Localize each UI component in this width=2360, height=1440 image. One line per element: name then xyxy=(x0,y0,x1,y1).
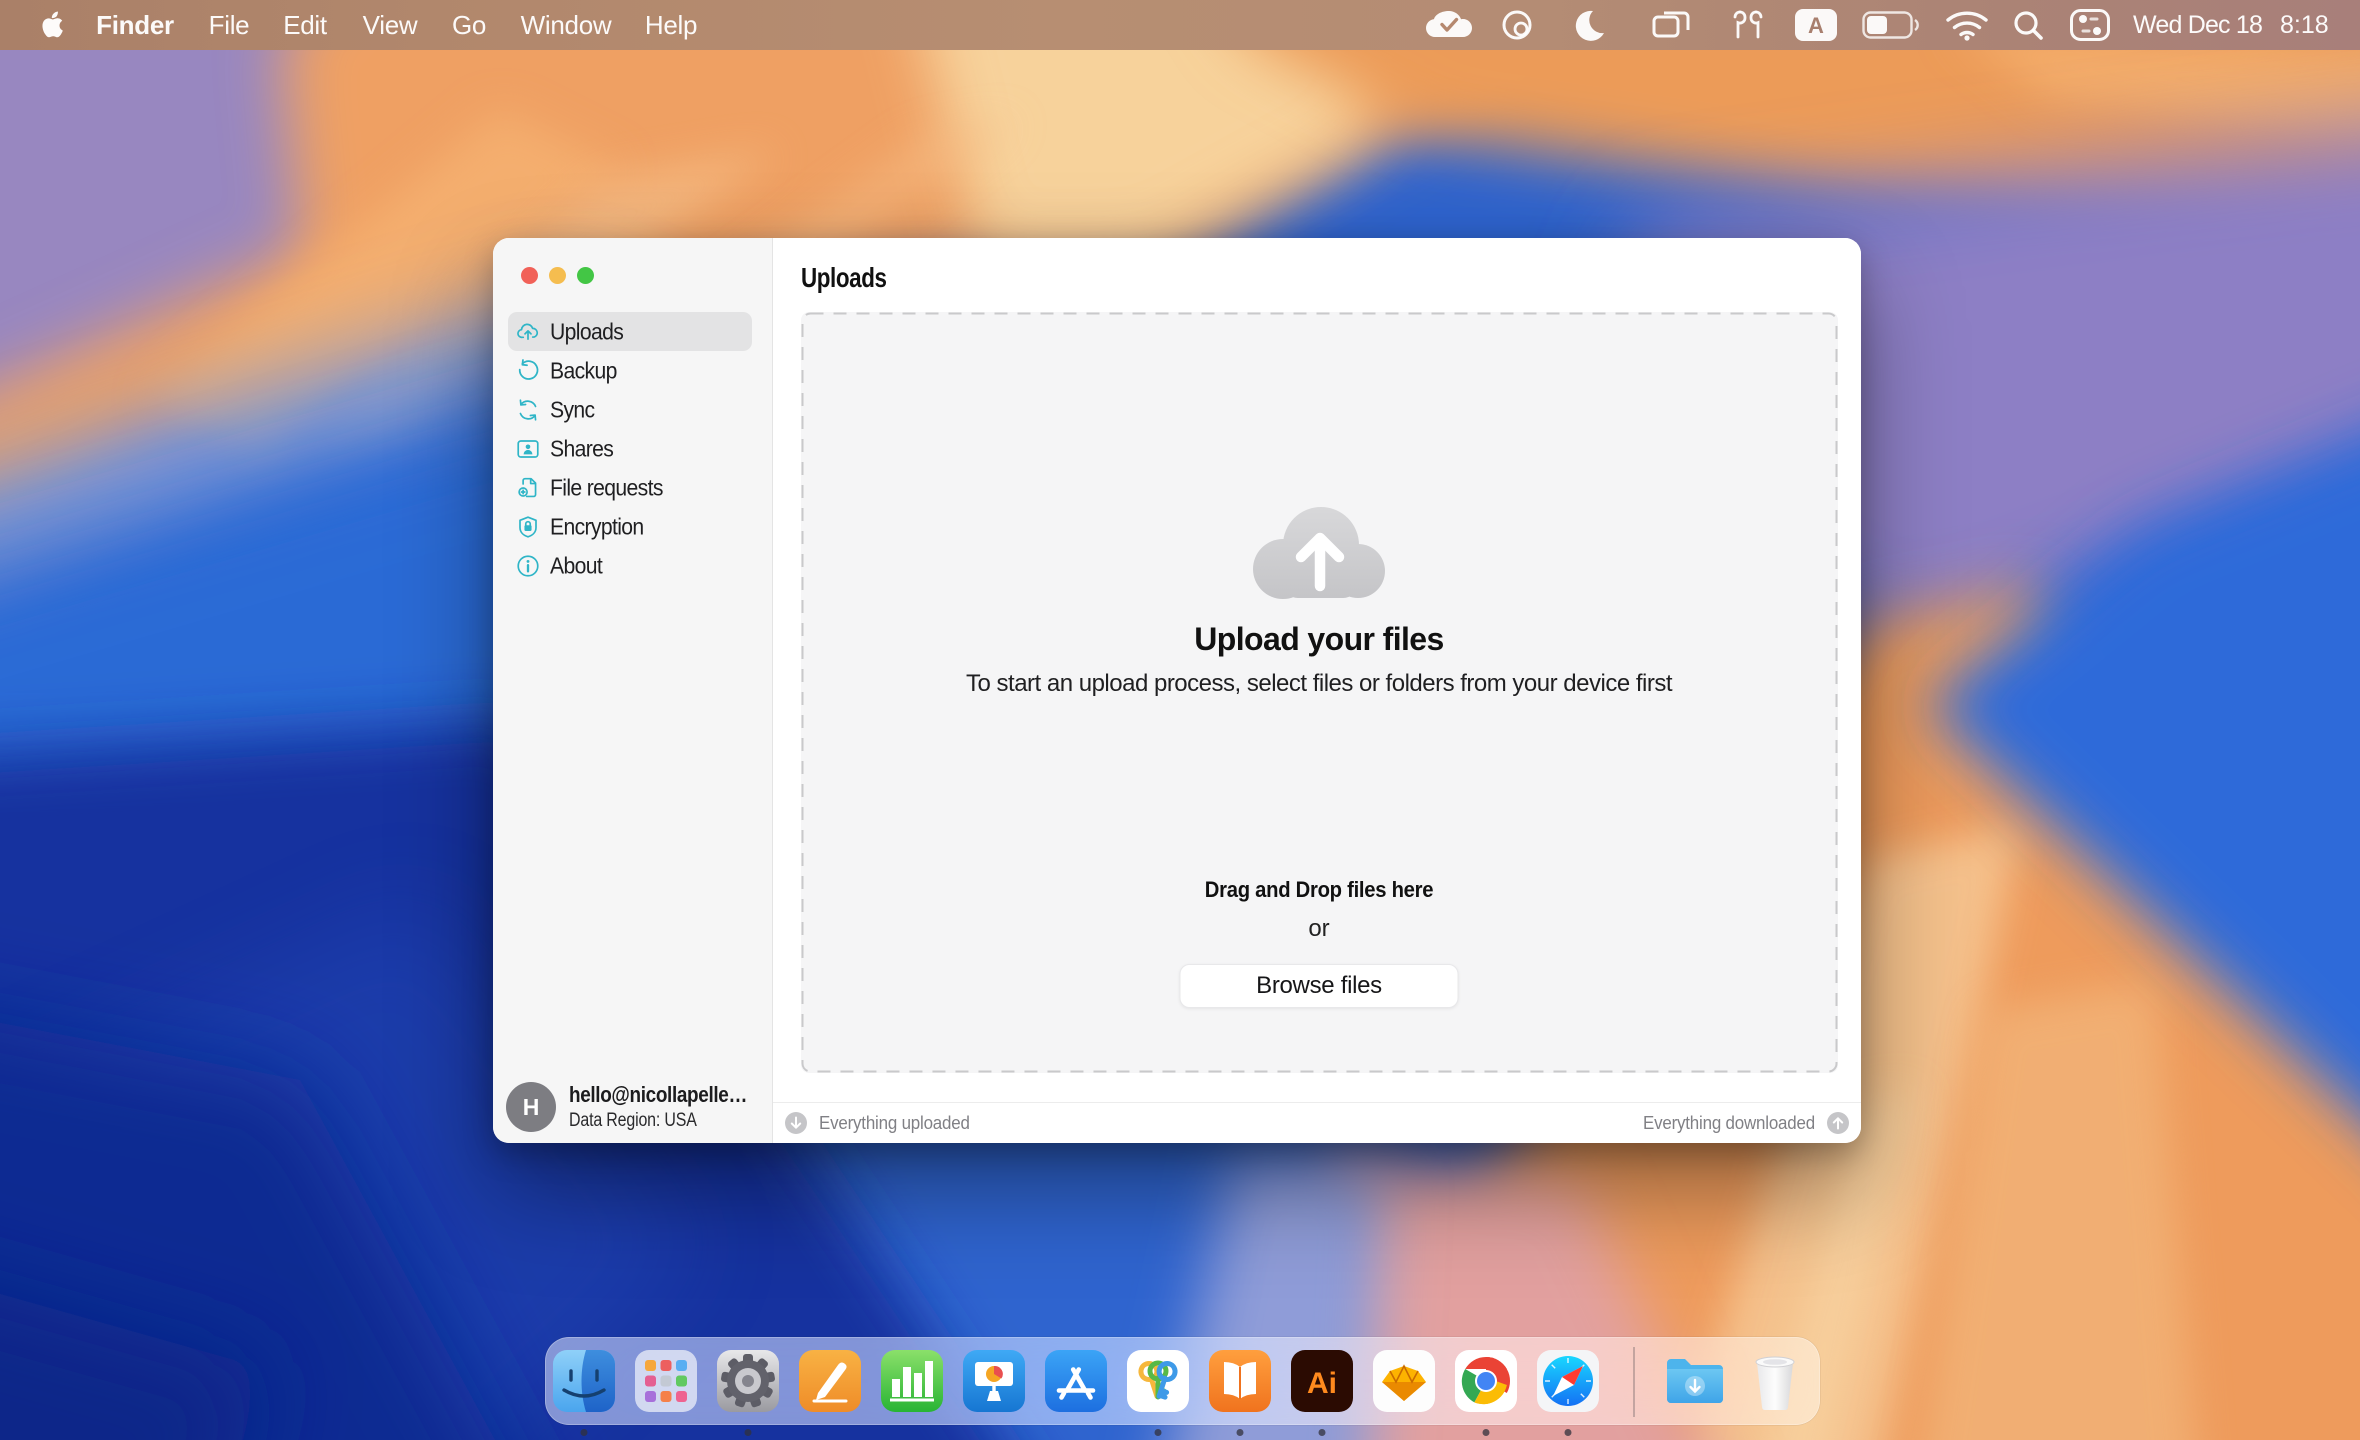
svg-text:A: A xyxy=(1808,13,1824,38)
svg-text:Ai: Ai xyxy=(1307,1367,1337,1400)
